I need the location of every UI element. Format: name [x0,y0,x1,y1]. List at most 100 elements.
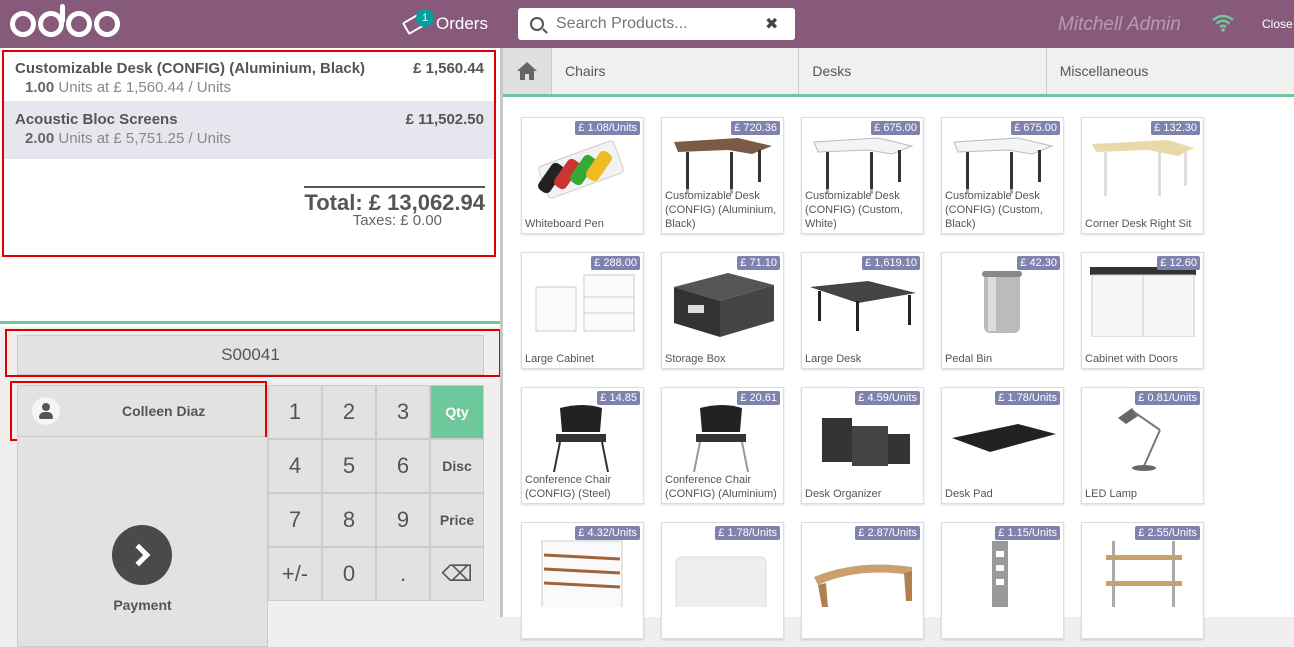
product-name: Large Desk [805,352,920,366]
order-taxes: Taxes: £ 0.00 [352,212,442,229]
order-line-info: 1.00 Units at £ 1,560.44 / Units [25,79,484,96]
product-price: £ 14.85 [597,391,640,405]
product-card[interactable]: £ 42.30 Pedal Bin [941,252,1064,369]
wifi-icon [1212,14,1234,32]
top-bar: Orders 1 ✖ Mitchell Admin Close [0,0,1294,48]
numpad-key-6[interactable]: 6 [376,439,430,493]
product-card[interactable]: £ 2.55/Units [1081,522,1204,639]
order-line-qty: 2.00 [25,130,55,147]
product-card[interactable]: £ 1.15/Units [941,522,1064,639]
numpad-key-8[interactable]: 8 [322,493,376,547]
numpad-key-5[interactable]: 5 [322,439,376,493]
left-pane: Customizable Desk (CONFIG) (Aluminium, B… [0,48,501,647]
numpad-key-0[interactable]: 0 [322,547,376,601]
search-input[interactable] [556,15,761,33]
product-card[interactable]: £ 720.36 Customizable Desk (CONFIG) (Alu… [661,117,784,234]
product-card[interactable]: £ 1.78/Units [661,522,784,639]
close-button[interactable]: Close [1262,17,1293,31]
product-price: £ 4.59/Units [855,391,920,405]
qty-mode-button[interactable]: Qty [430,385,484,439]
payment-circle [112,525,172,585]
order-line-unit-info: Units at £ 1,560.44 / Units [58,79,231,96]
desk-pad-image [952,424,1056,452]
product-card[interactable]: £ 288.00 Large Cabinet [521,252,644,369]
chevron-right-icon [127,543,151,567]
pedal-bin-image [982,271,1022,333]
hanger-rack-image [992,541,1008,607]
orders-label: Orders [436,14,488,33]
product-card[interactable]: £ 71.10 Storage Box [661,252,784,369]
order-reference-button[interactable]: S00041 [17,335,484,375]
disc-mode-button[interactable]: Disc [430,439,484,493]
payment-label: Payment [113,597,172,613]
product-price: £ 2.55/Units [1135,526,1200,540]
product-name: Conference Chair (CONFIG) (Aluminium) [665,473,780,501]
backspace-icon[interactable]: ⌫ [430,547,484,601]
numpad-key-1[interactable]: 1 [268,385,322,439]
category-miscellaneous[interactable]: Miscellaneous [1047,48,1294,94]
product-card[interactable]: £ 12.60 Cabinet with Doors [1081,252,1204,369]
numpad-key-7[interactable]: 7 [268,493,322,547]
product-card[interactable]: £ 20.61 Conference Chair (CONFIG) (Alumi… [661,387,784,504]
product-name: LED Lamp [1085,487,1200,501]
clear-icon[interactable]: ✖ [765,14,778,34]
product-price: £ 132.30 [1151,121,1200,135]
product-name: Desk Pad [945,487,1060,501]
product-card[interactable]: £ 1,619.10 Large Desk [801,252,924,369]
product-name: Customizable Desk (CONFIG) (Custom, Whit… [805,189,920,231]
category-chairs[interactable]: Chairs [552,48,800,94]
numpad-key-9[interactable]: 9 [376,493,430,547]
product-card[interactable]: £ 4.59/Units Desk Organizer [801,387,924,504]
category-desks[interactable]: Desks [799,48,1047,94]
numpad: 1 2 3 Qty 4 5 6 Disc 7 8 9 Price +/- 0 .… [268,385,484,601]
customer-button[interactable]: Colleen Diaz [17,385,268,437]
product-card[interactable]: £ 132.30 Corner Desk Right Sit [1081,117,1204,234]
product-price: £ 20.61 [737,391,780,405]
user-icon [32,397,60,425]
product-name: Storage Box [665,352,780,366]
product-price: £ 1.78/Units [715,526,780,540]
whiteboard-pen-image [538,140,624,199]
product-name: Desk Organizer [805,487,920,501]
category-bar: Chairs Desks Miscellaneous [503,48,1294,97]
order-lines: Customizable Desk (CONFIG) (Aluminium, B… [0,48,500,324]
product-card[interactable]: £ 4.32/Units [521,522,644,639]
product-name: Large Cabinet [525,352,640,366]
product-card[interactable]: £ 2.87/Units [801,522,924,639]
home-icon [517,62,538,80]
decimal-key[interactable]: . [376,547,430,601]
product-name: Corner Desk Right Sit [1085,217,1200,231]
numpad-key-4[interactable]: 4 [268,439,322,493]
desk-organizer-image [822,418,910,466]
numpad-key-3[interactable]: 3 [376,385,430,439]
plus-minus-key[interactable]: +/- [268,547,322,601]
product-card[interactable]: £ 1.08/Units Whiteboard Pen [521,117,644,234]
product-card[interactable]: £ 14.85 Conference Chair (CONFIG) (Steel… [521,387,644,504]
cabinet-doors-image [1090,267,1196,337]
product-price: £ 675.00 [871,121,920,135]
user-name[interactable]: Mitchell Admin [1058,14,1181,36]
customer-name: Colleen Diaz [122,403,206,419]
orders-count-badge: 1 [416,9,434,27]
price-mode-button[interactable]: Price [430,493,484,547]
chair-image [553,405,609,472]
order-line-info: 2.00 Units at £ 5,751.25 / Units [25,130,484,147]
product-price: £ 71.10 [737,256,780,270]
home-category-button[interactable] [503,48,553,94]
order-line-selected[interactable]: Acoustic Bloc Screens £ 11,502.50 2.00 U… [2,101,494,159]
mouse-pad-image [675,556,767,607]
product-card[interactable]: £ 0.81/Units LED Lamp [1081,387,1204,504]
order-line-price: £ 1,560.44 [413,60,484,77]
order-line-unit-info: Units at £ 5,751.25 / Units [58,130,231,147]
payment-button[interactable]: Payment [17,437,268,647]
letter-tray-image [541,540,623,607]
product-card[interactable]: £ 675.00 Customizable Desk (CONFIG) (Cus… [941,117,1064,234]
product-card[interactable]: £ 675.00 Customizable Desk (CONFIG) (Cus… [801,117,924,234]
order-line[interactable]: Customizable Desk (CONFIG) (Aluminium, B… [2,50,494,101]
product-card[interactable]: £ 1.78/Units Desk Pad [941,387,1064,504]
numpad-key-2[interactable]: 2 [322,385,376,439]
odoo-logo [10,4,120,44]
product-price: £ 0.81/Units [1135,391,1200,405]
chair-image [693,405,749,472]
search-box[interactable]: ✖ [518,8,795,40]
